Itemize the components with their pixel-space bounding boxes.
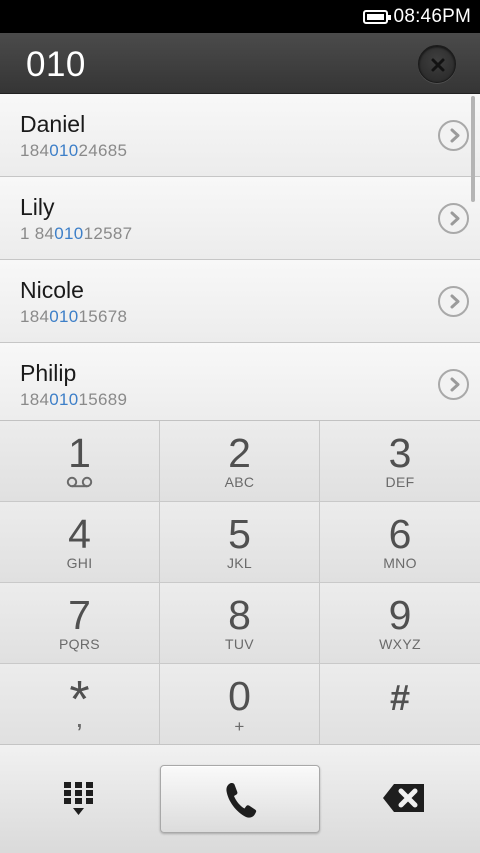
key-digit: 3: [388, 430, 412, 476]
key-letters: WXYZ: [379, 636, 421, 652]
key-digit: 0: [228, 673, 251, 719]
number-prefix: 184: [20, 307, 50, 326]
key-letters: DEF: [385, 474, 415, 490]
contact-number: 18401015689: [20, 390, 127, 410]
number-suffix: 12587: [83, 224, 133, 243]
contact-row[interactable]: Philip 18401015689: [0, 343, 480, 420]
key-letters: GHI: [66, 555, 93, 571]
call-button[interactable]: [160, 765, 320, 833]
dialpad-grid-icon: [64, 782, 93, 815]
contact-detail-button[interactable]: [438, 369, 469, 400]
status-time: 08:46PM: [393, 6, 471, 27]
number-match: 010: [54, 224, 84, 243]
contact-number: 18401015678: [20, 307, 127, 327]
key-6[interactable]: 6 MNO: [320, 502, 480, 583]
key-digit: #: [389, 677, 411, 718]
number-prefix: 1 84: [20, 224, 55, 243]
key-0[interactable]: 0 +: [160, 664, 320, 745]
number-suffix: 24685: [78, 141, 128, 160]
chevron-right-icon: [450, 377, 460, 392]
contact-number: 18401024685: [20, 141, 127, 161]
contact-row[interactable]: Nicole 18401015678: [0, 260, 480, 343]
chevron-right-icon: [450, 294, 460, 309]
status-indicators: 08:46PM: [362, 6, 471, 28]
key-1[interactable]: 1: [0, 421, 160, 502]
backspace-icon: [383, 784, 424, 812]
number-suffix: 15678: [78, 307, 128, 326]
key-letters: TUV: [225, 636, 254, 652]
voicemail-icon: [66, 476, 93, 488]
contact-name: Nicole: [20, 277, 84, 303]
battery-icon: [362, 10, 391, 24]
status-bar: 08:46PM: [0, 0, 480, 33]
contact-name: Lily: [20, 194, 55, 220]
number-match: 010: [49, 141, 79, 160]
key-4[interactable]: 4 GHI: [0, 502, 160, 583]
chevron-right-icon: [450, 211, 460, 226]
list-scrollbar[interactable]: [471, 96, 475, 202]
key-letters: ABC: [224, 474, 255, 490]
key-letters: PQRS: [59, 636, 100, 652]
key-3[interactable]: 3 DEF: [320, 421, 480, 502]
key-digit: 9: [388, 592, 412, 638]
clear-number-button[interactable]: [418, 45, 456, 83]
dialed-number: 010: [26, 45, 86, 84]
number-prefix: 184: [20, 390, 50, 409]
dial-keypad: 1 2 ABC 3 DEF 4 GHI 5 JKL 6 MNO 7 PQRS 8…: [0, 420, 480, 745]
contact-detail-button[interactable]: [438, 120, 469, 151]
key-digit: 4: [68, 511, 91, 557]
clear-x-icon: [431, 58, 445, 72]
number-match: 010: [49, 390, 79, 409]
number-suffix: 15689: [78, 390, 128, 409]
key-star[interactable]: * ,: [0, 664, 160, 745]
key-letters: +: [234, 717, 245, 736]
contact-row[interactable]: Lily 1 8401012587: [0, 177, 480, 260]
key-digit: 6: [388, 511, 412, 557]
key-letters: JKL: [226, 555, 253, 571]
dialed-number-bar: 010: [0, 33, 480, 94]
key-8[interactable]: 8 TUV: [160, 583, 320, 664]
contact-detail-button[interactable]: [438, 203, 469, 234]
contact-name: Philip: [20, 360, 77, 386]
key-digit: 8: [228, 592, 251, 638]
chevron-right-icon: [450, 128, 460, 143]
backspace-button[interactable]: [380, 778, 428, 818]
contact-row[interactable]: Daniel 18401024685: [0, 94, 480, 177]
contact-number: 1 8401012587: [20, 224, 132, 244]
key-letters: ,: [76, 710, 83, 732]
key-digit: 7: [68, 592, 91, 638]
key-2[interactable]: 2 ABC: [160, 421, 320, 502]
key-hash[interactable]: #: [320, 664, 480, 745]
number-match: 010: [49, 307, 79, 326]
dialer-action-bar: [0, 744, 480, 853]
key-digit: 1: [68, 430, 91, 476]
phone-handset-icon: [226, 783, 257, 818]
key-9[interactable]: 9 WXYZ: [320, 583, 480, 664]
key-letters: MNO: [383, 555, 417, 571]
key-5[interactable]: 5 JKL: [160, 502, 320, 583]
number-prefix: 184: [20, 141, 50, 160]
key-7[interactable]: 7 PQRS: [0, 583, 160, 664]
dialpad-toggle-button[interactable]: [56, 775, 102, 821]
key-digit: 2: [228, 430, 251, 476]
matching-contacts-list[interactable]: Daniel 18401024685 Lily 1 8401012587 Nic…: [0, 94, 480, 420]
contact-detail-button[interactable]: [438, 286, 469, 317]
key-digit: 5: [228, 511, 251, 557]
contact-name: Daniel: [20, 111, 86, 137]
